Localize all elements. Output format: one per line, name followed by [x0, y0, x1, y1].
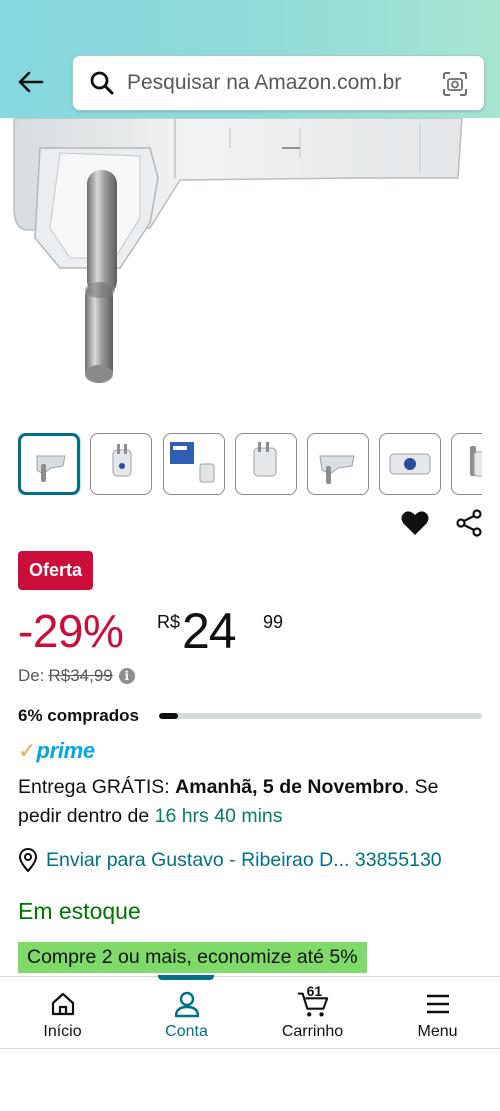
bought-progress-track	[159, 713, 482, 719]
nav-home[interactable]: Início	[0, 977, 125, 1050]
camera-scan-icon[interactable]	[440, 69, 470, 99]
wishlist-button[interactable]	[398, 506, 432, 540]
nav-menu-label: Menu	[417, 1023, 458, 1040]
price-fraction: 99	[263, 612, 284, 632]
prime-badge: ✓ prime	[18, 738, 95, 764]
bought-label: 6% comprados	[18, 706, 139, 725]
search-bar[interactable]	[72, 55, 485, 111]
thumbnail-1[interactable]	[18, 433, 80, 495]
header	[0, 0, 500, 118]
delivery-countdown: 16 hrs 40 mins	[154, 805, 283, 827]
user-icon	[170, 989, 204, 1019]
nav-account-label: Conta	[165, 1023, 208, 1040]
deal-badge: Oferta	[18, 551, 94, 590]
nav-cart-label: Carrinho	[281, 1023, 344, 1040]
nav-cart[interactable]: 61 Carrinho	[250, 977, 375, 1050]
search-input[interactable]	[127, 71, 427, 95]
back-button[interactable]	[12, 64, 48, 100]
bought-progress: 6% comprados	[18, 704, 484, 728]
thumbnail-6[interactable]	[379, 433, 441, 495]
bought-progress-fill	[159, 713, 179, 719]
list-price-value: R$34,99	[48, 666, 113, 685]
share-icon	[456, 509, 482, 537]
cart-count: 61	[306, 983, 323, 999]
ship-to-text: Enviar para Gustavo - Ribeirao D... 3385…	[46, 848, 442, 871]
home-icon	[46, 989, 80, 1019]
thumbnail-7[interactable]	[451, 433, 482, 495]
promo-badge: Compre 2 ou mais, economize até 5%	[18, 942, 367, 973]
bottom-nav: Início Conta 61 Carrinho Menu	[0, 975, 500, 1050]
price-row: -29% R$ 24 99	[18, 600, 488, 660]
arrow-left-icon	[18, 71, 44, 93]
list-price: De: R$34,99 i	[18, 666, 135, 686]
stock-status: Em estoque	[18, 898, 141, 924]
thumbnail-3[interactable]	[163, 433, 225, 495]
discount-percent: -29%	[18, 605, 124, 657]
delivery-prefix: Entrega GRÁTIS:	[18, 776, 176, 798]
price-currency: R$	[157, 612, 181, 632]
delivery-date: Amanhã, 5 de Novembro	[175, 776, 404, 798]
delivery-info: Entrega GRÁTIS: Amanhã, 5 de Novembro. S…	[18, 773, 486, 831]
info-icon[interactable]: i	[118, 668, 135, 684]
thumbnail-2[interactable]	[90, 433, 152, 495]
prime-label: prime	[36, 738, 95, 763]
share-button[interactable]	[452, 506, 486, 540]
nav-home-label: Início	[43, 1023, 82, 1040]
hamburger-icon	[421, 989, 455, 1019]
product-image[interactable]	[0, 118, 500, 408]
ship-to-link[interactable]: Enviar para Gustavo - Ribeirao D... 3385…	[18, 846, 493, 874]
thumbnail-strip	[18, 433, 482, 495]
prime-check-icon: ✓	[18, 738, 37, 763]
list-price-label: De:	[18, 666, 45, 685]
nav-account[interactable]: Conta	[124, 977, 249, 1050]
search-icon	[89, 69, 117, 97]
thumbnail-5[interactable]	[307, 433, 369, 495]
thumbnail-4[interactable]	[235, 433, 297, 495]
price-whole: 24	[182, 603, 237, 659]
heart-icon	[401, 511, 429, 535]
location-pin-icon	[18, 847, 40, 873]
nav-menu[interactable]: Menu	[375, 977, 500, 1050]
